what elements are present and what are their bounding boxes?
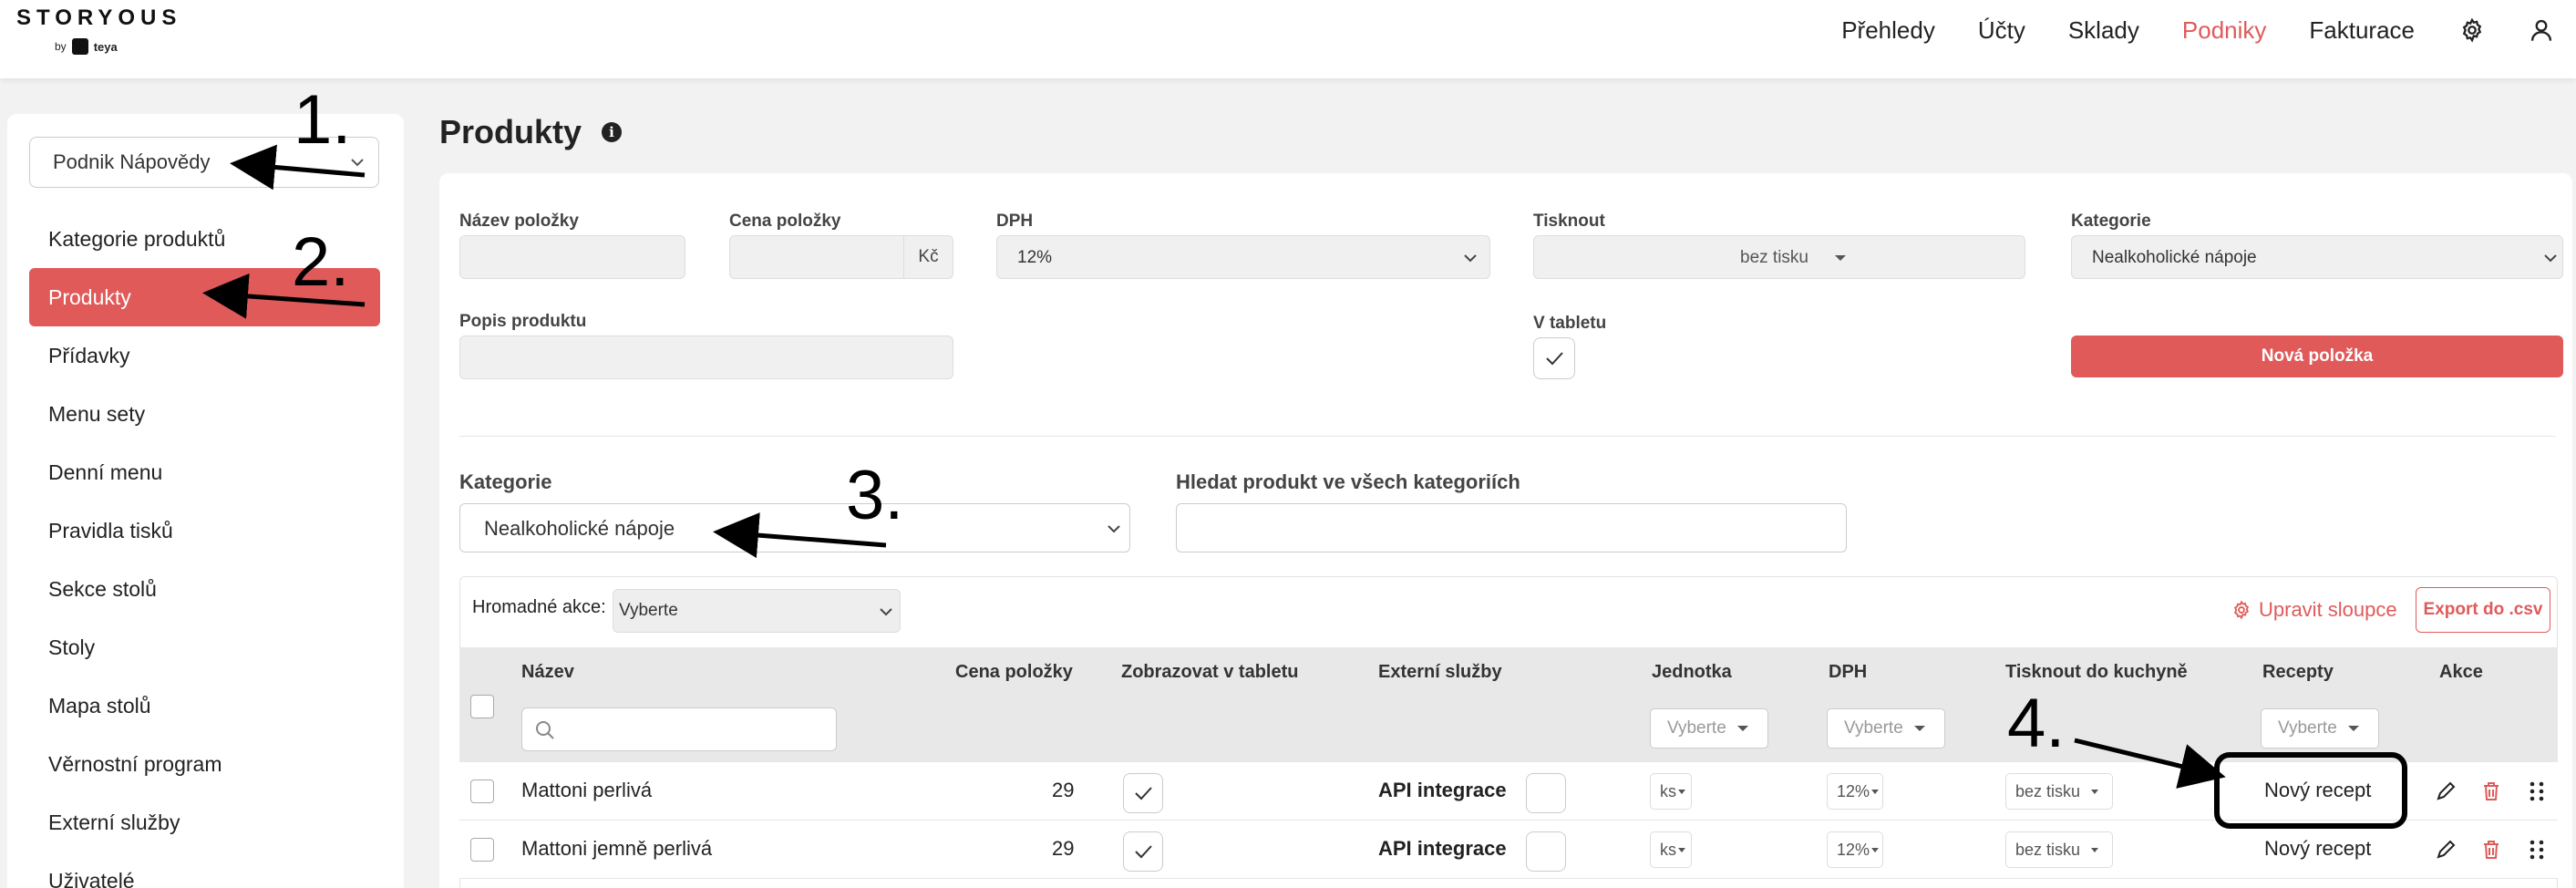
arrow-step-4 xyxy=(2074,738,2226,789)
arrow-step-1 xyxy=(230,144,366,191)
arrow-step-3 xyxy=(713,512,887,559)
highlight-box-recipe xyxy=(2214,752,2407,829)
arrow-step-2 xyxy=(202,273,366,319)
annotation-arrows xyxy=(202,144,2407,829)
